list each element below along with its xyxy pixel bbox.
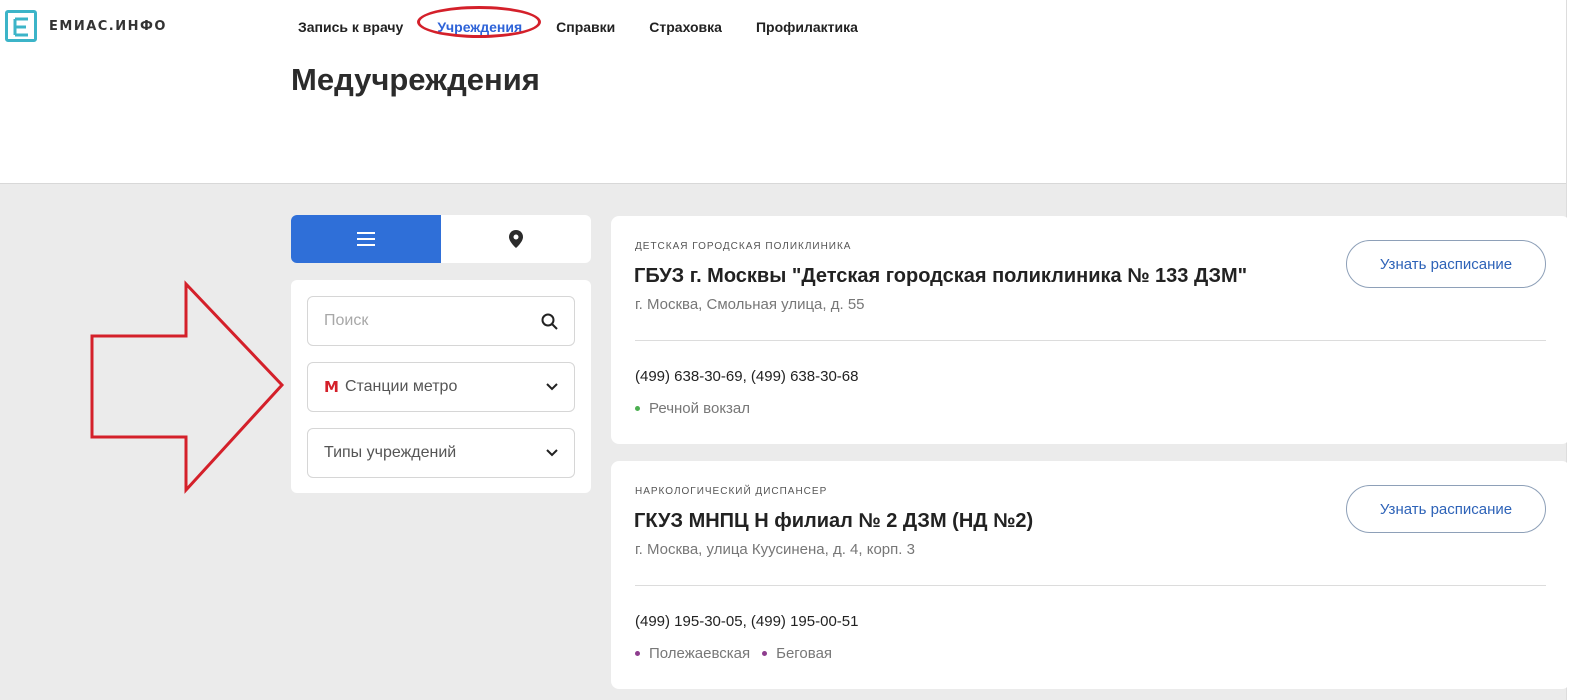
map-view-button[interactable] [441,215,591,263]
metro-station: Беговая [776,645,833,662]
nav-item-institutions[interactable]: Учреждения [417,6,542,38]
metro-station: Полежаевская [649,645,751,662]
highlight-ellipse [417,6,542,38]
divider [635,340,1546,341]
filters-panel: Поиск М Станции метро Типы учреждений [291,280,591,493]
institution-address: г. Москва, Смольная улица, д. 55 [635,296,865,313]
main-nav: Запись к врачу Учреждения Справки Страхо… [298,6,892,38]
list-view-button[interactable] [291,215,441,263]
schedule-button[interactable]: Узнать расписание [1346,240,1546,288]
metro-select-label: Станции метро [344,378,458,395]
search-placeholder: Поиск [324,312,369,329]
map-pin-icon [509,230,523,248]
logo-e-icon [5,10,37,42]
institution-name[interactable]: ГКУЗ МНПЦ Н филиал № 2 ДЗМ (НД №2) [634,510,1033,533]
site-header: ЕМИАС.ИНФО Запись к врачу Учреждения Спр… [0,0,1570,184]
metro-icon: М [324,378,339,396]
institution-phones: (499) 195-30-05, (499) 195-00-51 [635,613,859,630]
institution-address: г. Москва, улица Куусинена, д. 4, корп. … [635,541,915,558]
institution-type-select[interactable]: Типы учреждений [307,428,575,478]
schedule-button[interactable]: Узнать расписание [1346,485,1546,533]
chevron-down-icon [546,383,558,391]
nav-item-appointment[interactable]: Запись к врачу [298,19,403,35]
institution-type: детская городская поликлиника [635,241,852,252]
institution-name[interactable]: ГБУЗ г. Москвы "Детская городская поликл… [634,265,1247,288]
institution-type: наркологический диспансер [635,486,828,497]
metro-line-dot [762,651,768,656]
institution-card: детская городская поликлиника ГБУЗ г. Мо… [611,216,1570,444]
annotation-arrow [90,280,285,494]
brand-name: ЕМИАС.ИНФО [49,18,167,34]
list-icon [357,232,375,246]
institution-card: наркологический диспансер ГКУЗ МНПЦ Н фи… [611,461,1570,689]
metro-line-dot [635,406,640,411]
search-icon[interactable] [541,313,558,330]
metro-select[interactable]: М Станции метро [307,362,575,412]
logo[interactable]: ЕМИАС.ИНФО [5,10,167,42]
nav-item-certificates[interactable]: Справки [556,19,615,35]
nav-item-insurance[interactable]: Страховка [649,19,722,35]
divider [635,585,1546,586]
metro-stations: Полежаевская Беговая [635,645,832,662]
institution-type-label: Типы учреждений [324,444,457,461]
metro-stations: Речной вокзал [635,400,750,417]
search-input[interactable]: Поиск [307,296,575,346]
chevron-down-icon [546,449,558,457]
page-title: Медучреждения [291,62,540,97]
nav-item-prevention[interactable]: Профилактика [756,19,858,35]
view-toggle [291,215,591,263]
institution-phones: (499) 638-30-69, (499) 638-30-68 [635,368,859,385]
metro-line-dot [635,651,640,656]
metro-station: Речной вокзал [649,400,751,417]
